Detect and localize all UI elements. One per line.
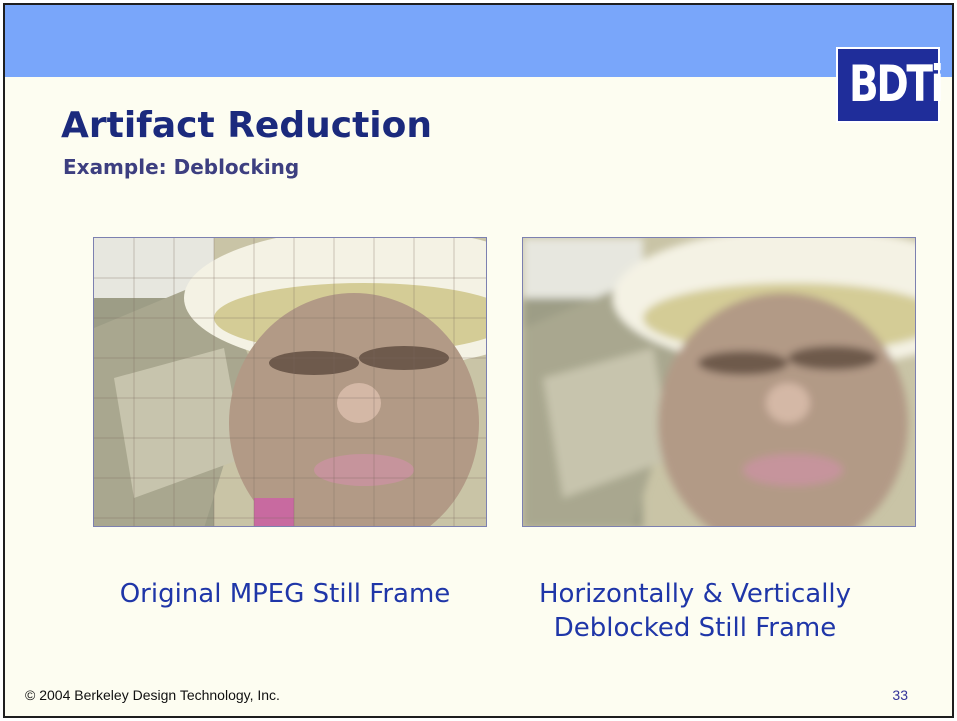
deblocked-frame-caption: Horizontally & Vertically Deblocked Stil… [515,577,875,645]
copyright-footer: © 2004 Berkeley Design Technology, Inc. [25,687,280,703]
slide-subtitle: Example: Deblocking [63,155,300,179]
page-number: 33 [892,687,908,703]
original-frame-caption: Original MPEG Still Frame [85,577,485,611]
slide-title: Artifact Reduction [61,105,432,146]
header-bar [5,5,952,77]
bdti-logo: BDTi [836,47,944,123]
original-frame-image [93,237,487,527]
logo-text: BDTi [849,55,944,113]
original-caption-text: Original MPEG Still Frame [119,579,451,609]
slide: BDTi Artifact Reduction Example: Deblock… [3,3,954,718]
deblocked-frame-image [522,237,916,527]
deblocked-caption-line2: Deblocked Still Frame [553,613,837,643]
deblocked-caption-line1: Horizontally & Vertically [538,579,852,609]
